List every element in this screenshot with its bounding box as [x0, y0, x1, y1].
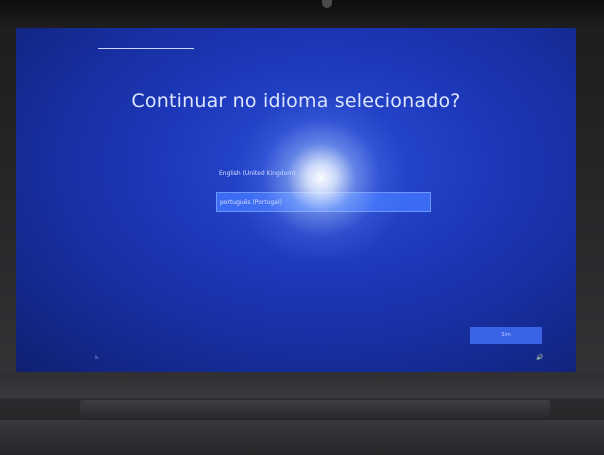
language-list[interactable]: English (United Kingdom) português (Port… [216, 164, 431, 212]
laptop-screen: Continuar no idioma selecionado? English… [16, 28, 576, 372]
webcam [322, 0, 332, 8]
setup-progress-indicator [98, 48, 194, 49]
language-option-english[interactable]: English (United Kingdom) [216, 164, 431, 184]
top-bezel [0, 0, 604, 30]
volume-icon[interactable]: 🔊 [536, 354, 544, 362]
accessibility-icon[interactable]: ♿ [94, 354, 102, 362]
hinge [80, 400, 550, 418]
language-option-portuguese[interactable]: português (Portugal) [216, 192, 431, 212]
deck-shading [0, 420, 604, 455]
yes-button[interactable]: Sim [470, 327, 542, 344]
page-title: Continuar no idioma selecionado? [131, 90, 461, 112]
laptop-photo: Continuar no idioma selecionado? English… [0, 0, 604, 455]
bottom-bezel [0, 372, 604, 400]
